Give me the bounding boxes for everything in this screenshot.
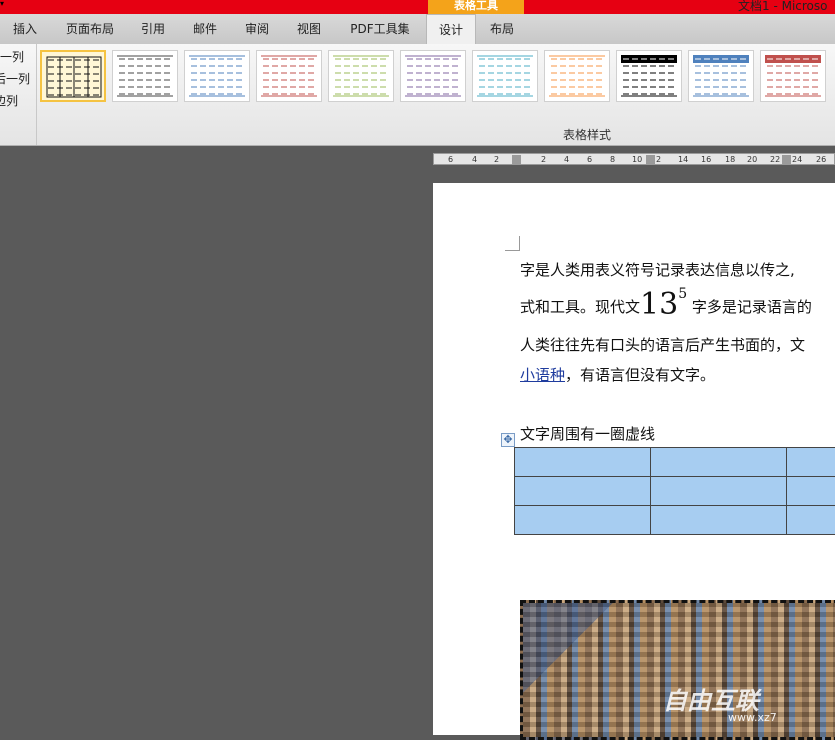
ruler-number: 2 — [494, 154, 499, 165]
option-first-column[interactable]: 一列 — [0, 48, 24, 65]
quick-access-dropdown-icon[interactable]: ▾ — [0, 0, 8, 8]
table-row — [515, 448, 835, 477]
tab-page-layout[interactable]: 页面布局 — [54, 14, 126, 44]
ruler-number: 4 — [472, 154, 477, 165]
large-number: 13 — [640, 287, 678, 322]
tab-design[interactable]: 设计 — [426, 14, 476, 45]
tab-view[interactable]: 视图 — [286, 14, 332, 44]
table-cell[interactable] — [787, 506, 835, 535]
ruler-number: 22 — [770, 154, 780, 165]
tab-insert[interactable]: 插入 — [0, 14, 50, 44]
window-title: 文档1 - Microso — [738, 0, 828, 14]
table-cell[interactable] — [651, 506, 787, 535]
ruler-number: 14 — [678, 154, 688, 165]
table-styles-group-label: 表格样式 — [0, 126, 835, 143]
table-style-thumbnail[interactable] — [400, 50, 466, 102]
table-caption[interactable]: 文字周围有一圈虚线 — [520, 423, 655, 444]
ruler-number: 8 — [610, 154, 615, 165]
table-cell[interactable] — [515, 477, 651, 506]
ruler-number: 26 — [816, 154, 826, 165]
ruler-column-marker[interactable] — [512, 155, 521, 164]
table-style-thumbnail[interactable] — [688, 50, 754, 102]
line2-text-b: 字多是记录语言的 — [692, 298, 812, 316]
ruler-number: 6 — [448, 154, 453, 165]
ruler-number: 6 — [587, 154, 592, 165]
table-style-thumbnail[interactable] — [472, 50, 538, 102]
table-style-thumbnail[interactable] — [328, 50, 394, 102]
table-cell[interactable] — [651, 477, 787, 506]
table-row — [515, 506, 835, 535]
line2-text-a: 式和工具。现代文 — [520, 298, 640, 316]
table-style-thumbnail[interactable] — [544, 50, 610, 102]
tab-references[interactable]: 引用 — [130, 14, 176, 44]
ribbon-panel: 一列 后一列 边列 表格样式 — [0, 44, 835, 146]
paragraph-line-4[interactable]: 小语种，有语言但没有文字。 — [520, 364, 715, 385]
ruler-number: 20 — [747, 154, 757, 165]
paragraph-line-3[interactable]: 人类往往先有口头的语言后产生书面的，文 — [520, 334, 805, 355]
table-style-thumbnail[interactable] — [112, 50, 178, 102]
ruler-number: 18 — [725, 154, 735, 165]
table-style-thumbnail[interactable] — [256, 50, 322, 102]
tab-review[interactable]: 审阅 — [234, 14, 280, 44]
table-move-handle-icon[interactable]: ✥ — [501, 433, 515, 447]
table-style-thumbnail[interactable] — [760, 50, 826, 102]
table-cell[interactable] — [787, 477, 835, 506]
table-style-thumbnail[interactable] — [184, 50, 250, 102]
city-photo-image[interactable]: 自由互联 www.xz7 — [520, 600, 835, 740]
option-last-column[interactable]: 后一列 — [0, 70, 30, 87]
line4-text: ，有语言但没有文字。 — [565, 366, 715, 384]
table-row — [515, 477, 835, 506]
table-style-thumbnail[interactable] — [616, 50, 682, 102]
ruler-number: 10 — [632, 154, 642, 165]
superscript-number: 5 — [678, 286, 687, 302]
table-tools-context-label: 表格工具 — [428, 0, 524, 14]
table-cell[interactable] — [787, 448, 835, 477]
table-cell[interactable] — [651, 448, 787, 477]
table-cell[interactable] — [515, 506, 651, 535]
document-table[interactable] — [514, 447, 835, 535]
ruler-column-marker[interactable] — [646, 155, 655, 164]
tab-layout[interactable]: 布局 — [478, 14, 526, 44]
hyperlink-minor-language[interactable]: 小语种 — [520, 366, 565, 384]
horizontal-ruler[interactable]: 642246810214161820222426 — [433, 153, 835, 165]
ruler-number: 24 — [792, 154, 802, 165]
tab-mailings[interactable]: 邮件 — [182, 14, 228, 44]
table-style-thumbnail[interactable] — [40, 50, 106, 102]
ruler-number: 2 — [541, 154, 546, 165]
ruler-column-marker[interactable] — [782, 155, 791, 164]
ruler-number: 16 — [701, 154, 711, 165]
margin-corner-mark — [505, 236, 520, 251]
photo-texture — [523, 603, 835, 737]
option-banded-columns[interactable]: 边列 — [0, 92, 18, 109]
ribbon-tab-bar: 插入 页面布局 引用 邮件 审阅 视图 PDF工具集 设计 布局 — [0, 14, 835, 44]
title-bar: ▾ 表格工具 文档1 - Microso — [0, 0, 835, 14]
paragraph-line-1[interactable]: 字是人类用表义符号记录表达信息以传之, — [520, 259, 795, 280]
watermark-url: www.xz7 — [728, 711, 777, 724]
paragraph-line-2[interactable]: 式和工具。现代文135 字多是记录语言的 — [520, 286, 812, 322]
table-cell[interactable] — [515, 448, 651, 477]
ruler-number: 4 — [564, 154, 569, 165]
tab-pdf-tools[interactable]: PDF工具集 — [340, 14, 420, 44]
ruler-number: 2 — [656, 154, 661, 165]
